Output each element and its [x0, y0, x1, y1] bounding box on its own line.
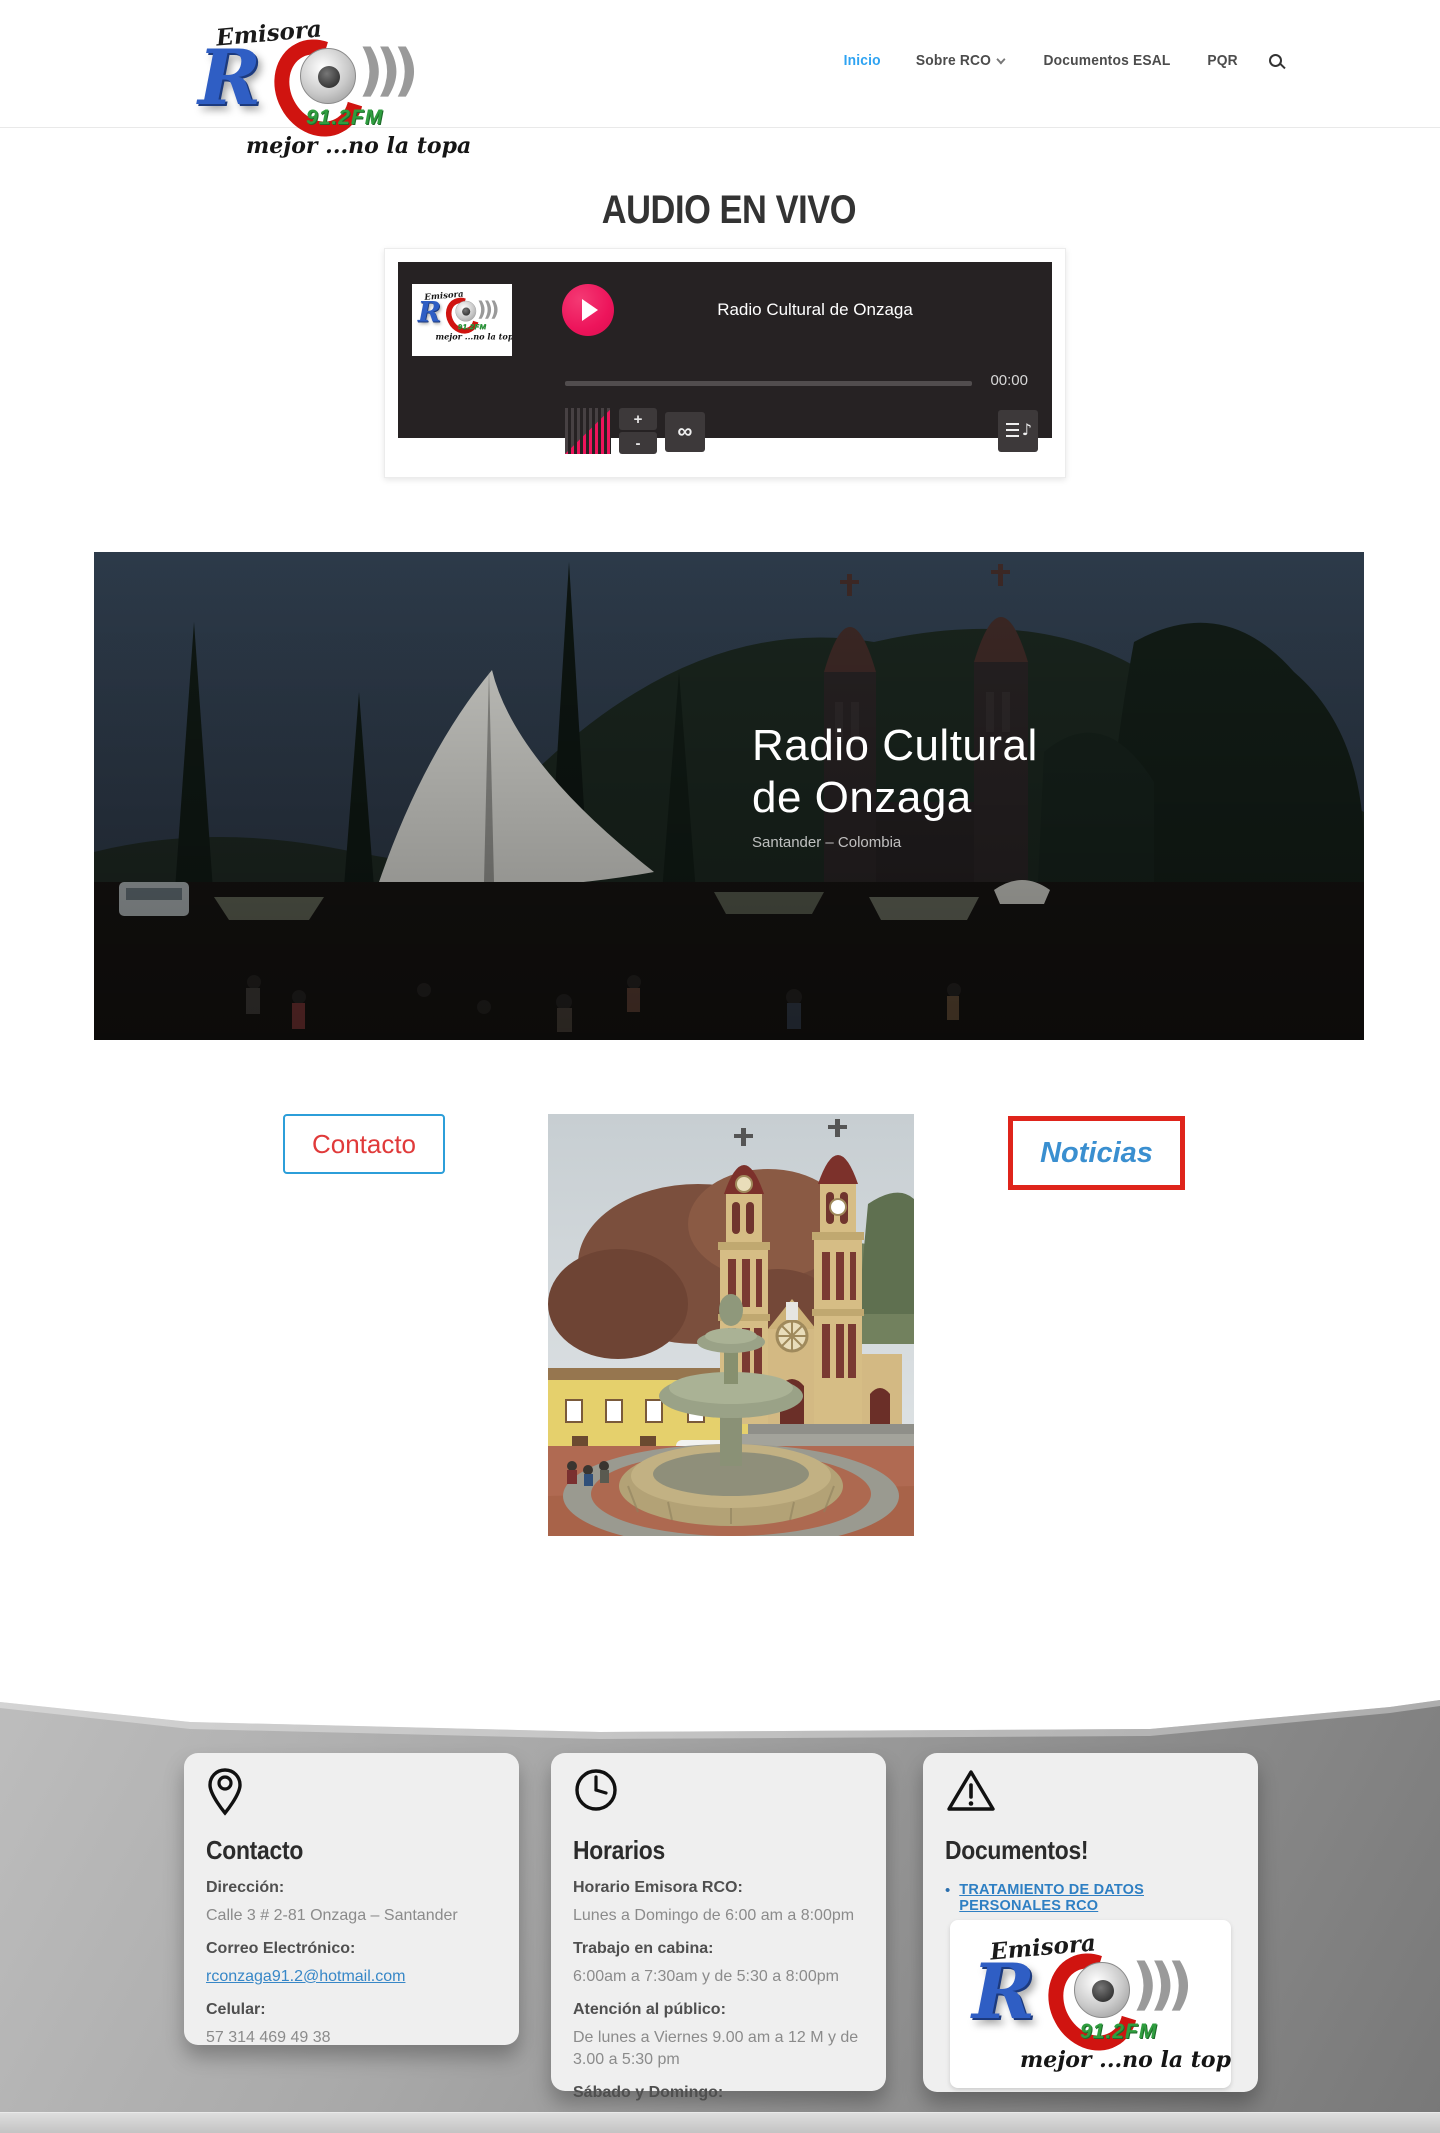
card-title: Contacto — [206, 1835, 304, 1865]
hero-subtitle: Santander – Colombia — [752, 834, 902, 851]
footer-bottom-band — [0, 2112, 1440, 2133]
volume-level — [565, 408, 611, 454]
address-value: Calle 3 # 2-81 Onzaga – Santander — [206, 1907, 458, 1924]
playlist-button[interactable]: ♪ — [998, 410, 1038, 452]
footer-card-documents: Documentos! • TRATAMIENTO DE DATOS PERSO… — [923, 1753, 1258, 2092]
card-title: Horarios — [573, 1835, 665, 1865]
hero-title: Radio Cultural de Onzaga — [752, 721, 1038, 822]
play-icon — [582, 299, 598, 321]
nav-pqr[interactable]: PQR — [1207, 52, 1237, 69]
volume-slider[interactable] — [565, 408, 611, 454]
volume-down-button[interactable]: - — [619, 432, 657, 454]
hours-value: 6:00am a 7:30am y de 5:30 a 8:00pm — [573, 1968, 839, 1985]
site-header: Emisora R ))) 91.2FM mejor ...no la topa… — [0, 0, 1440, 159]
rco-logo: Emisora R ))) 91.2FM mejor ...no la topa — [188, 15, 471, 166]
hours-label: Horario Emisora RCO: — [573, 1879, 743, 1896]
audio-player-card: Emisora R ))) 91.2FM mejor ...no la topa… — [384, 248, 1066, 478]
time-display: 00:00 — [990, 372, 1028, 389]
logo-r-letter: R — [198, 33, 262, 122]
site-logo[interactable]: Emisora R ))) 91.2FM mejor ...no la topa — [188, 15, 1440, 166]
phone-label: Celular: — [206, 2001, 266, 2018]
nav-inicio[interactable]: Inicio — [843, 52, 880, 69]
warning-triangle-icon — [947, 1770, 995, 1811]
play-button[interactable] — [562, 284, 614, 336]
hero-photo — [94, 552, 1364, 1040]
progress-bar[interactable] — [565, 381, 972, 386]
data-treatment-link[interactable]: TRATAMIENTO DE DATOS PERSONALES RCO — [959, 1882, 1236, 1914]
main-nav: Inicio Sobre RCO Documentos ESAL PQR — [842, 52, 1282, 69]
sound-waves-icon: ))) — [358, 38, 419, 103]
hours-value: De lunes a Viernes 9.00 am a 12 M y de 3… — [573, 2029, 859, 2068]
logo-frequency: 91.2FM — [306, 106, 384, 129]
church-photo — [548, 1114, 914, 1536]
nav-sobre-rco-label: Sobre RCO — [915, 52, 992, 69]
clock-icon — [575, 1769, 617, 1811]
footer: Contacto Dirección: Calle 3 # 2-81 Onzag… — [0, 1690, 1440, 2133]
sound-waves-icon: ))) — [476, 297, 499, 322]
news-button[interactable]: Noticias — [1008, 1116, 1185, 1190]
hero-banner: Radio Cultural de Onzaga Santander – Col… — [94, 552, 1364, 1040]
hours-label: Atención al público: — [573, 2001, 726, 2018]
loop-button[interactable]: ∞ — [665, 412, 705, 452]
sound-waves-icon: ))) — [1132, 1952, 1193, 2017]
volume-up-button[interactable]: + — [619, 408, 657, 430]
speaker-icon — [455, 300, 477, 322]
address-label: Dirección: — [206, 1879, 285, 1896]
bullet: • — [945, 1882, 951, 1899]
logo-tagline: mejor ...no la topa — [1020, 2047, 1231, 2073]
page-title: AUDIO EN VIVO — [601, 188, 857, 232]
search-icon[interactable] — [1269, 54, 1282, 67]
footer-card-contact: Contacto Dirección: Calle 3 # 2-81 Onzag… — [184, 1753, 519, 2046]
music-note-icon: ♪ — [1021, 420, 1032, 439]
footer-card-hours: Horarios Horario Emisora RCO: Lunes a Do… — [551, 1753, 886, 2129]
logo-tagline: mejor ...no la topa — [246, 133, 472, 159]
playlist-lines-icon — [1006, 423, 1019, 437]
player-thumbnail: Emisora R ))) 91.2FM mejor ...no la topa — [412, 284, 512, 356]
nav-sobre-rco[interactable]: Sobre RCO — [915, 52, 1006, 69]
email-link[interactable]: rconzaga91.2@hotmail.com — [206, 1968, 405, 1985]
nav-documentos-esal[interactable]: Documentos ESAL — [1043, 52, 1170, 69]
page: Emisora R ))) 91.2FM mejor ...no la topa… — [0, 0, 1440, 2133]
logo-r-letter: R — [417, 295, 442, 329]
logo-frequency: 91.2FM — [1080, 2020, 1158, 2043]
rco-logo: Emisora R ))) 91.2FM mejor ...no la topa — [414, 289, 512, 345]
card-title: Documentos! — [945, 1835, 1089, 1865]
location-pin-icon — [208, 1768, 242, 1816]
hours-label: Sábado y Domingo: — [573, 2084, 724, 2101]
audio-player: Emisora R ))) 91.2FM mejor ...no la topa… — [398, 262, 1052, 454]
email-label: Correo Electrónico: — [206, 1940, 356, 1957]
track-title: Radio Cultural de Onzaga — [717, 300, 913, 319]
chevron-down-icon — [996, 54, 1006, 65]
logo-frequency: 91.2FM — [457, 322, 487, 331]
logo-r-letter: R — [972, 1947, 1036, 2036]
speaker-icon — [300, 48, 356, 104]
speaker-icon — [1074, 1962, 1130, 2018]
footer-logo-box: Emisora R ))) 91.2FM mejor ...no la topa — [950, 1920, 1231, 2088]
contact-button[interactable]: Contacto — [283, 1114, 445, 1174]
logo-tagline: mejor ...no la topa — [435, 332, 512, 342]
hours-value: Lunes a Domingo de 6:00 am a 8:00pm — [573, 1907, 855, 1924]
rco-logo: Emisora R ))) 91.2FM mejor ...no la topa — [962, 1929, 1231, 2080]
footer-top-notch — [0, 1690, 1440, 1732]
hours-label: Trabajo en cabina: — [573, 1940, 714, 1957]
phone-value: 57 314 469 49 38 — [206, 2029, 331, 2046]
